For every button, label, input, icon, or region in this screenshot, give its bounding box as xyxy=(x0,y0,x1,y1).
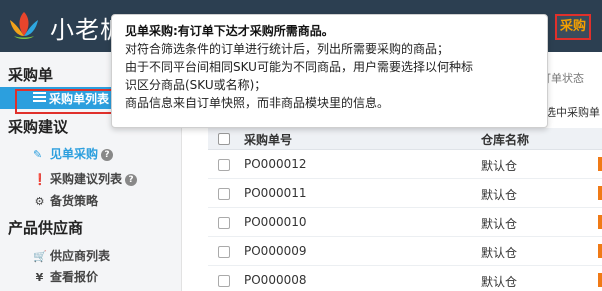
warehouse-name: 默认仓 xyxy=(481,188,518,202)
sidebar-item-label: 见单采购 xyxy=(50,147,99,161)
gear-icon: ⚙ xyxy=(34,195,45,208)
selected-purchase-label: 选中采购单 xyxy=(545,106,600,119)
table-row[interactable]: PO000008 默认仓 xyxy=(208,267,602,291)
po-number[interactable]: PO000010 xyxy=(244,215,307,229)
table-row[interactable]: PO000011 默认仓 xyxy=(208,180,602,208)
sidebar-item-label: 供应商列表 xyxy=(50,249,111,263)
row-checkbox[interactable] xyxy=(218,188,230,200)
sidebar-group-purchase-suggest: 采购建议 xyxy=(8,118,69,136)
sidebar-item-label: 查看报价 xyxy=(50,270,99,284)
column-header-po[interactable]: 采购单号 xyxy=(244,131,292,148)
lotus-logo-icon xyxy=(10,12,38,39)
tooltip-line: 识区分商品(SKU或名称)； xyxy=(125,78,267,92)
sidebar-item-single-purchase[interactable]: ✎ 见单采购? xyxy=(33,145,114,162)
status-marker xyxy=(598,215,602,229)
table-row[interactable]: PO000010 默认仓 xyxy=(208,209,602,237)
status-marker xyxy=(598,186,602,200)
yen-icon: ¥ xyxy=(35,271,44,284)
warehouse-name: 默认仓 xyxy=(481,275,518,289)
exclamation-circle-icon: ❗ xyxy=(33,173,47,186)
sidebar-item-stock-strategy[interactable]: ⚙ 备货策略 xyxy=(33,192,98,209)
status-marker xyxy=(598,244,602,258)
tooltip-line: 商品信息来自订单快照，而非商品模块里的信息。 xyxy=(125,96,390,110)
edit-icon: ✎ xyxy=(33,148,43,161)
po-number[interactable]: PO000009 xyxy=(244,244,307,258)
warehouse-name: 默认仓 xyxy=(481,159,518,173)
row-checkbox[interactable] xyxy=(218,246,230,258)
po-number[interactable]: PO000011 xyxy=(244,186,307,200)
table-header: 采购单号 仓库名称 xyxy=(208,128,602,150)
warehouse-name: 默认仓 xyxy=(481,217,518,231)
help-tooltip: 见单采购:有订单下达才采购所需商品。 对符合筛选条件的订单进行统计后，列出所需要… xyxy=(111,14,548,128)
sidebar-item-suggest-list[interactable]: ❗ 采购建议列表? xyxy=(33,170,138,187)
help-icon[interactable]: ? xyxy=(101,149,114,161)
row-checkbox[interactable] xyxy=(218,275,230,287)
sidebar-group-purchase-order: 采购单 xyxy=(8,66,54,84)
nav-purchase-button[interactable]: 采购 xyxy=(555,14,591,40)
sidebar-item-label: 备货策略 xyxy=(50,194,99,208)
tooltip-line: 对符合筛选条件的订单进行统计后，列出所需要采购的商品； xyxy=(125,42,450,56)
row-checkbox[interactable] xyxy=(218,159,230,171)
column-header-warehouse[interactable]: 仓库名称 xyxy=(481,131,529,148)
warehouse-name: 默认仓 xyxy=(481,246,518,260)
status-marker xyxy=(598,157,602,171)
select-all-checkbox[interactable] xyxy=(218,133,230,145)
sidebar-item-label: 采购建议列表 xyxy=(50,172,123,186)
po-number[interactable]: PO000012 xyxy=(244,157,307,171)
po-number[interactable]: PO000008 xyxy=(244,273,307,287)
sidebar-item-view-quote[interactable]: ¥ 查看报价 xyxy=(33,268,98,285)
table-row[interactable]: PO000012 默认仓 xyxy=(208,151,602,179)
status-marker xyxy=(598,273,602,287)
table-row[interactable]: PO000009 默认仓 xyxy=(208,238,602,266)
row-checkbox[interactable] xyxy=(218,217,230,229)
tooltip-line: 由于不同平台间相同SKU可能为不同商品，用户需要选择以何种标 xyxy=(125,60,473,74)
sidebar-group-supplier: 产品供应商 xyxy=(8,219,84,237)
help-icon[interactable]: ? xyxy=(125,174,138,186)
tooltip-title: 见单采购:有订单下达才采购所需商品。 xyxy=(125,24,334,38)
cart-icon: 🛒 xyxy=(33,250,47,263)
sidebar-item-supplier-list[interactable]: 🛒 供应商列表 xyxy=(33,247,110,264)
